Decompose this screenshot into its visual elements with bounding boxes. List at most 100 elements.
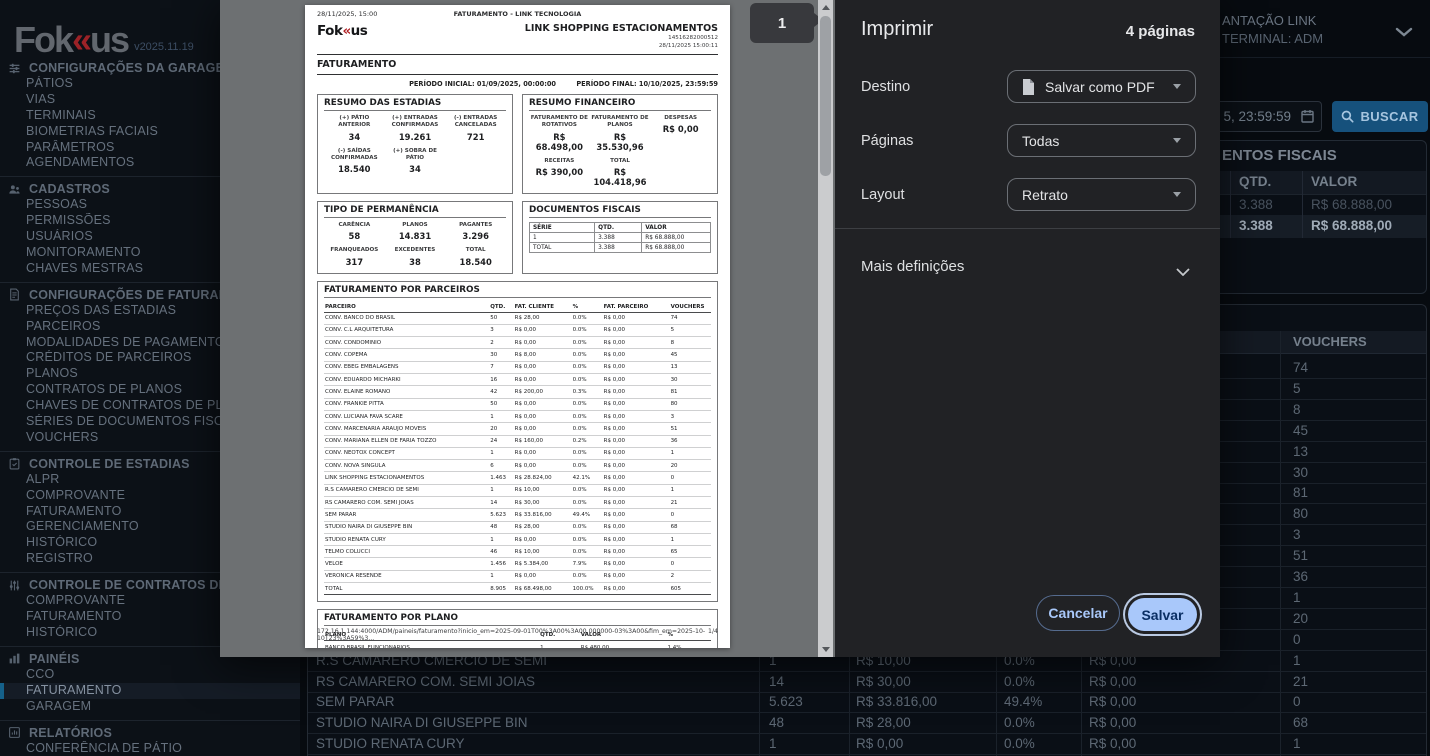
table-cell: 0.0% (571, 348, 603, 362)
table-cell: R$ 0,00 (602, 422, 670, 436)
table-cell: R$ 0,00 (602, 447, 670, 461)
table-cell: VELOE (324, 557, 490, 571)
table-cell: 2 (669, 570, 711, 584)
page-indicator-bubble: 1 (750, 3, 814, 43)
table-row: CONV. BANCO DO BRASIL50R$ 28,000.0%R$ 0,… (324, 312, 711, 325)
divider (1230, 171, 1231, 238)
scrollbar-thumb[interactable] (820, 16, 831, 176)
table-cell: 68 (1293, 715, 1309, 731)
table-cell: R$ 0,00 (1089, 673, 1137, 689)
doc-section-title: FATURAMENTO (317, 59, 397, 71)
table-cell: R$ 0,00 (602, 496, 670, 510)
billing-config-icon (8, 288, 21, 301)
table-cell: SEM PARAR (316, 694, 395, 710)
more-settings-toggle[interactable]: Mais definições (835, 246, 1220, 288)
sidebar-item-cco[interactable]: CCO (0, 667, 300, 683)
chevron-down-icon[interactable] (1395, 24, 1413, 42)
table-cell: R$ 0,00 (513, 533, 572, 547)
table-cell: CONV. NEOTOX CONCEPT (324, 447, 490, 461)
table-row: CONV. NEOTOX CONCEPT1R$ 0,000.0%R$ 0,001 (324, 447, 711, 461)
destination-select[interactable]: Salvar como PDF (1007, 70, 1196, 103)
table-row: CONV. NOVA SINGULA6R$ 0,000.0%R$ 0,0020 (324, 459, 711, 473)
documentos-fiscais-box: DOCUMENTOS FISCAIS SÉRIE QTD. VALOR 1 3.… (522, 201, 718, 274)
pdf-page-1: 28/11/2025, 15:00 FATURAMENTO - LINK TEC… (305, 5, 730, 648)
table-row: CONV. ELAINE ROMANO42R$ 200,000.3%R$ 0,0… (324, 385, 711, 399)
table-cell: R$ 0,00 (602, 582, 670, 596)
table-cell: CONV. EBEG EMBALAGENS (324, 361, 490, 375)
save-button[interactable]: Salvar (1128, 598, 1197, 631)
table-row: 1 3.388 R$ 68.888,00 (528, 232, 711, 244)
sidebar-item-faturamento[interactable]: FATURAMENTO (0, 682, 300, 699)
table-cell: R$ 0,00 (513, 570, 572, 584)
people-icon (8, 183, 21, 196)
table-cell: 30 (1293, 464, 1309, 480)
table-cell: 5.623 (489, 508, 514, 522)
documentos-fiscais-table: SÉRIE QTD. VALOR 1 3.388 R$ 68.888,00 TO… (528, 222, 711, 254)
faturamento-parceiros-box: FATURAMENTO POR PARCEIROS PARCEIRO QTD. … (317, 280, 718, 603)
clipboard-check-icon (8, 457, 21, 470)
table-cell: R$ 0,00 (602, 361, 670, 375)
periodo-final: PERÍODO FINAL: 10/10/2025, 23:59:59 (576, 80, 718, 89)
app-version: v2025.11.19 (134, 41, 194, 53)
table-cell: R$ 0,00 (602, 336, 670, 350)
table-row: LINK SHOPPING ESTACIONAMENTOS1.463R$ 28.… (324, 471, 711, 485)
table-row: STUDIO RENATA CURY 1 R$ 0,00 0.0% R$ 0,00 1 (308, 733, 1426, 756)
table-cell: R$ 0,00 (513, 361, 572, 375)
pages-select[interactable]: Todas (1007, 124, 1196, 157)
table-cell: 51 (1293, 548, 1309, 564)
table-cell: R$ 0,00 (602, 484, 670, 498)
table-cell: R.S CAMARERO CMERCIO DE SEMI (324, 484, 490, 498)
calendar-icon[interactable] (1301, 109, 1314, 128)
table-cell: R$ 28.824,00 (513, 471, 572, 485)
buscar-button[interactable]: BUSCAR (1332, 101, 1428, 132)
table-cell: CONV. EDUARDO MICHARKI (324, 373, 490, 387)
scroll-down-icon[interactable] (822, 647, 830, 652)
table-cell: STUDIO RENATA CURY (316, 736, 465, 752)
sidebar-item-conferencia-de-patio[interactable]: CONFERÊNCIA DE PÁTIO (0, 741, 300, 756)
layout-select[interactable]: Retrato (1007, 178, 1196, 211)
table-cell: 36 (669, 435, 711, 448)
table-cell: 45 (1293, 422, 1309, 438)
table-cell: 0.0% (571, 533, 603, 547)
table-cell: 65 (669, 545, 711, 559)
table-cell: STUDIO NAIRA DI GIUSEPPE BIN (316, 715, 528, 731)
table-cell: R$ 0,00 (602, 557, 670, 571)
table-cell: R$ 0,00 (513, 447, 572, 461)
periodo-inicial: PERÍODO INICIAL: 01/09/2025, 00:00:00 (409, 80, 557, 89)
resumo-financeiro-box: RESUMO FINANCEIRO FATURAMENTO DE ROTATIV… (522, 94, 718, 195)
logo-chevron-icon: « (72, 19, 92, 61)
table-cell: R$ 5.384,00 (513, 557, 572, 571)
table-row: VERONICA RESENDE 1 R$ 0,00 0.0% R$ 0,00 2 (324, 570, 711, 584)
table-cell: 0.0% (571, 324, 603, 338)
chevron-down-icon (1176, 263, 1190, 281)
table-cell: 0.0% (571, 361, 603, 375)
scroll-up-icon[interactable] (822, 5, 830, 10)
print-preview-area[interactable]: 28/11/2025, 15:00 FATURAMENTO - LINK TEC… (220, 0, 835, 657)
table-row: TELMO COLUCCI46R$ 10,000.0%R$ 0,0065 (324, 545, 711, 559)
table-cell: 20 (1293, 610, 1309, 626)
table-cell: 8 (1293, 401, 1301, 417)
table-cell: 81 (669, 385, 711, 399)
table-cell: R$ 0,00 (602, 533, 670, 547)
layout-label: Layout (861, 187, 905, 203)
sidebar-item-garagem[interactable]: GARAGEM (0, 699, 300, 715)
table-cell: SEM PARAR (324, 508, 490, 522)
print-modal: 28/11/2025, 15:00 FATURAMENTO - LINK TEC… (220, 0, 1220, 657)
table-cell: R$ 0,00 (602, 521, 670, 534)
table-cell: CONV. CONDOMINIO (324, 336, 490, 350)
table-row: CONV. MARIANA ELLEN DE FARIA TOZZO24R$ 1… (324, 435, 711, 448)
preview-scrollbar[interactable] (818, 0, 833, 657)
table-row: CONV. COPEMA30R$ 8,000.0%R$ 0,0045 (324, 348, 711, 362)
table-cell: 1 (489, 533, 514, 547)
table-cell: 0.0% (1004, 715, 1035, 731)
table-cell: 0.0% (571, 484, 603, 498)
table-cell: 0.0% (571, 447, 603, 461)
table-cell: R$ 200,00 (513, 385, 572, 399)
table-cell: 3 (669, 410, 711, 424)
terminal-label: TERMINAL: ADM (1222, 31, 1324, 46)
cancel-button[interactable]: Cancelar (1036, 595, 1120, 631)
table-cell: 50 (489, 312, 514, 325)
table-cell: 0 (669, 471, 711, 485)
sidebar-section-label: CONFIGURAÇÕES DA GARAGEM (29, 61, 235, 75)
table-cell: R$ 28,00 (856, 715, 911, 731)
